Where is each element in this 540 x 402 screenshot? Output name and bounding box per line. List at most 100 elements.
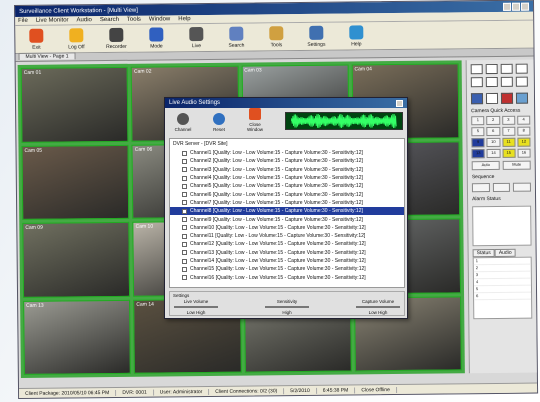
tab-multi-view[interactable]: Multi View - Page 1	[18, 52, 76, 60]
tab-status[interactable]: Status	[472, 248, 495, 258]
camera-quick-button[interactable]: 8	[517, 126, 531, 136]
layout-13-button[interactable]	[515, 76, 528, 87]
tree-root[interactable]: DVR Server - [DVR Site]	[170, 139, 404, 149]
camera-tile[interactable]: Cam 05	[21, 144, 130, 220]
checkbox[interactable]	[182, 167, 187, 173]
close-window-button[interactable]: Close Window	[241, 108, 269, 132]
toolbar-search-button[interactable]: Search	[219, 26, 253, 49]
toolbar-log-off-button[interactable]: Log Off	[59, 28, 93, 50]
channel-item[interactable]: Channel5 [Quality: Low - Low Volume:15 -…	[170, 182, 404, 190]
channel-item[interactable]: Channel4 [Quality: Low - Low Volume:15 -…	[170, 174, 404, 182]
toolbar-live-button[interactable]: Live	[179, 27, 213, 49]
channel-item[interactable]: Channel15 [Quality: Low - Low Volume:15 …	[170, 265, 404, 273]
refresh-icon[interactable]	[485, 92, 499, 105]
dialog-close-button[interactable]	[396, 99, 403, 107]
channel-item[interactable]: Channel16 [Quality: Low - Low Volume:15 …	[170, 273, 404, 281]
record-icon[interactable]	[500, 92, 514, 104]
camera-quick-button[interactable]: 14	[486, 148, 501, 159]
channel-item[interactable]: Channel9 [Quality: Low - Low Volume:15 -…	[170, 215, 404, 223]
menu-window[interactable]: Window	[149, 16, 170, 22]
seq-play-button[interactable]	[492, 182, 511, 192]
toolbar-recorder-button[interactable]: Recorder	[99, 27, 133, 50]
camera-tile[interactable]: Cam 09	[22, 221, 131, 298]
checkbox[interactable]	[182, 192, 187, 198]
menu-audio[interactable]: Audio	[76, 17, 91, 23]
seq-prev-button[interactable]	[471, 183, 490, 193]
channel-item[interactable]: Channel12 [Quality: Low - Low Volume:15 …	[170, 240, 404, 248]
checkbox[interactable]	[182, 200, 187, 206]
camera-quick-button[interactable]: 7	[501, 126, 516, 136]
camera-quick-button[interactable]: 10	[486, 137, 501, 148]
checkbox[interactable]	[182, 225, 187, 231]
channel-item[interactable]: Channel11 [Quality: Low - Low Volume:15 …	[170, 232, 404, 240]
camera-quick-button[interactable]: 4	[516, 115, 531, 125]
fullscreen-icon[interactable]	[515, 92, 529, 104]
checkbox[interactable]	[182, 258, 187, 264]
checkbox[interactable]	[182, 183, 187, 189]
channel-item[interactable]: Channel10 [Quality: Low - Low Volume:15 …	[170, 224, 404, 232]
camera-quick-button[interactable]: 1	[471, 116, 485, 126]
channel-item[interactable]: Channel3 [Quality: Low - Low Volume:15 -…	[170, 166, 404, 174]
layout-10-button[interactable]	[500, 76, 513, 87]
tab-audio[interactable]: Audio	[494, 248, 516, 257]
table-row[interactable]: 6	[474, 292, 532, 301]
toolbar-mode-button[interactable]: Mode	[139, 27, 173, 50]
checkbox[interactable]	[182, 241, 187, 247]
checkbox[interactable]	[182, 217, 187, 223]
minimize-button[interactable]	[502, 2, 512, 11]
camera-quick-button[interactable]: 12	[517, 137, 531, 147]
toolbar-settings-button[interactable]: Settings	[299, 25, 333, 48]
checkbox[interactable]	[182, 208, 187, 214]
checkbox[interactable]	[182, 175, 187, 181]
slider-track[interactable]	[356, 306, 400, 308]
menu-search[interactable]: Search	[100, 17, 119, 23]
layout-7-button[interactable]	[485, 76, 498, 88]
layout-1x1-button[interactable]	[470, 64, 483, 75]
snapshot-icon[interactable]	[470, 93, 484, 105]
reset-button[interactable]: Reset	[205, 113, 233, 132]
layout-2x2-button[interactable]	[485, 63, 498, 75]
channel-item[interactable]: Channel2 [Quality: Low - Low Volume:15 -…	[170, 157, 404, 165]
camera-quick-button[interactable]: 15	[502, 148, 516, 158]
menu-live-monitor[interactable]: Live Monitor	[36, 17, 69, 23]
camera-tile[interactable]: Cam 13	[23, 299, 132, 375]
layout-3x3-button[interactable]	[500, 63, 513, 74]
checkbox[interactable]	[182, 150, 187, 156]
channel-button[interactable]: Channel	[169, 113, 197, 132]
camera-tile[interactable]: Cam 01	[20, 66, 129, 143]
channel-item[interactable]: Channel7 [Quality: Low - Low Volume:15 -…	[170, 199, 404, 207]
alarm-status-list[interactable]	[472, 205, 532, 247]
channel-item[interactable]: Channel1 [Quality: Low - Low Volume:15 -…	[170, 149, 404, 157]
channel-item[interactable]: Channel14 [Quality: Low - Low Volume:15 …	[170, 257, 404, 265]
toolbar-help-button[interactable]: Help	[339, 25, 373, 47]
menu-help[interactable]: Help	[178, 16, 190, 22]
camera-quick-button[interactable]: 3	[501, 115, 516, 125]
checkbox[interactable]	[182, 266, 187, 272]
slider-track[interactable]	[174, 306, 218, 308]
camera-quick-button[interactable]: 6	[486, 126, 500, 137]
camera-quick-button[interactable]: 16	[517, 148, 531, 158]
camera-quick-button[interactable]: 9	[471, 138, 485, 148]
channel-item[interactable]: Channel13 [Quality: Low - Low Volume:15 …	[170, 249, 404, 257]
camera-quick-button[interactable]: 5	[471, 127, 485, 137]
checkbox[interactable]	[182, 233, 187, 239]
channel-item[interactable]: Channel8 [Quality: Low - Low Volume:15 -…	[170, 207, 404, 216]
menu-file[interactable]: File	[18, 18, 28, 24]
auto-button[interactable]: Auto	[471, 160, 500, 171]
menu-tools[interactable]: Tools	[127, 17, 141, 23]
slider-track[interactable]	[265, 306, 309, 308]
close-button[interactable]	[520, 2, 530, 11]
checkbox[interactable]	[182, 158, 187, 164]
camera-quick-button[interactable]: 11	[501, 137, 516, 147]
layout-5-button[interactable]	[470, 77, 483, 88]
toolbar-tools-button[interactable]: Tools	[259, 26, 293, 48]
layout-4x4-button[interactable]	[515, 63, 528, 74]
toolbar-exit-button[interactable]: Exit	[19, 28, 53, 51]
checkbox[interactable]	[182, 275, 187, 281]
seq-next-button[interactable]	[513, 182, 531, 192]
maximize-button[interactable]	[511, 2, 521, 11]
mute-button[interactable]: Mute	[502, 160, 531, 170]
camera-quick-button[interactable]: 2	[486, 115, 500, 126]
camera-quick-button[interactable]: 13	[471, 149, 485, 159]
channel-item[interactable]: Channel6 [Quality: Low - Low Volume:15 -…	[170, 190, 404, 198]
